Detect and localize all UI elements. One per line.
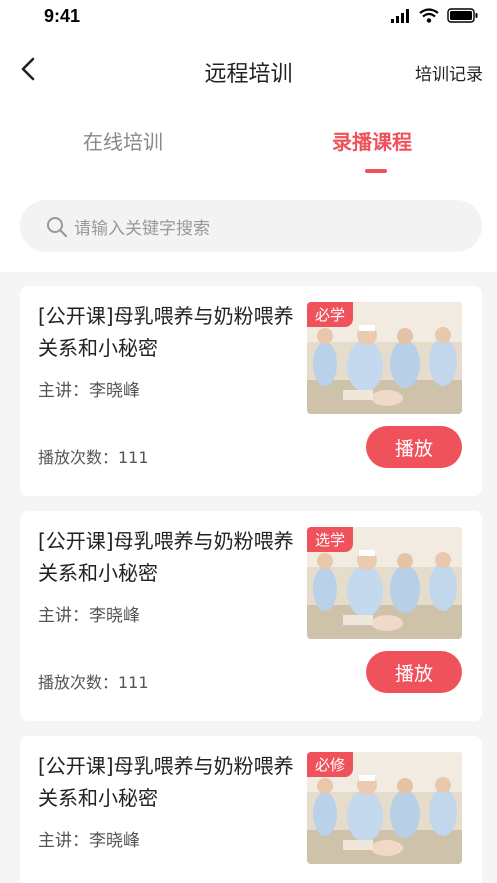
course-lecturer: 主讲：李晓峰: [38, 381, 140, 401]
status-time: 9:41: [44, 6, 81, 26]
tab-online-training[interactable]: 在线培训: [83, 126, 163, 155]
play-count: 播放次数：111: [38, 448, 149, 467]
course-title: [公开课]母乳喂养与奶粉喂养关系和小秘密: [38, 304, 294, 360]
course-thumbnail[interactable]: 必学: [307, 302, 462, 414]
tabs-area: 在线培训 录播课程 请输入关键字搜索: [0, 102, 497, 272]
play-button[interactable]: 播放: [366, 651, 462, 693]
course-badge: 选学: [307, 527, 354, 552]
wifi-icon: [419, 8, 439, 23]
play-button[interactable]: 播放: [366, 426, 462, 468]
course-thumbnail[interactable]: 必修: [307, 752, 462, 864]
tab-recorded-courses[interactable]: 录播课程: [332, 126, 412, 155]
signal-icon: [391, 8, 409, 23]
active-tab-indicator: [365, 169, 387, 173]
search-placeholder: 请输入关键字搜索: [74, 219, 210, 239]
search-input[interactable]: 请输入关键字搜索: [20, 200, 482, 252]
nav-bar: 远程培训 培训记录: [0, 36, 497, 103]
search-icon: [47, 217, 68, 238]
status-icons: [391, 8, 479, 23]
battery-icon: [447, 8, 478, 23]
course-card[interactable]: [公开课]母乳喂养与奶粉喂养关系和小秘密 主讲：李晓峰 必修: [20, 736, 482, 883]
course-title: [公开课]母乳喂养与奶粉喂养关系和小秘密: [38, 754, 294, 810]
course-lecturer: 主讲：李晓峰: [38, 831, 140, 851]
course-card[interactable]: [公开课]母乳喂养与奶粉喂养关系和小秘密 主讲：李晓峰 播放次数：111 选学 …: [20, 511, 482, 721]
course-card[interactable]: [公开课]母乳喂养与奶粉喂养关系和小秘密 主讲：李晓峰 播放次数：111 必学 …: [20, 286, 482, 496]
play-count: 播放次数：111: [38, 673, 149, 692]
status-bar: 9:41: [0, 0, 497, 36]
course-badge: 必学: [307, 302, 354, 327]
course-title: [公开课]母乳喂养与奶粉喂养关系和小秘密: [38, 529, 294, 585]
course-badge: 必修: [307, 752, 354, 777]
course-lecturer: 主讲：李晓峰: [38, 606, 140, 626]
training-records-link[interactable]: 培训记录: [415, 60, 483, 85]
course-thumbnail[interactable]: 选学: [307, 527, 462, 639]
